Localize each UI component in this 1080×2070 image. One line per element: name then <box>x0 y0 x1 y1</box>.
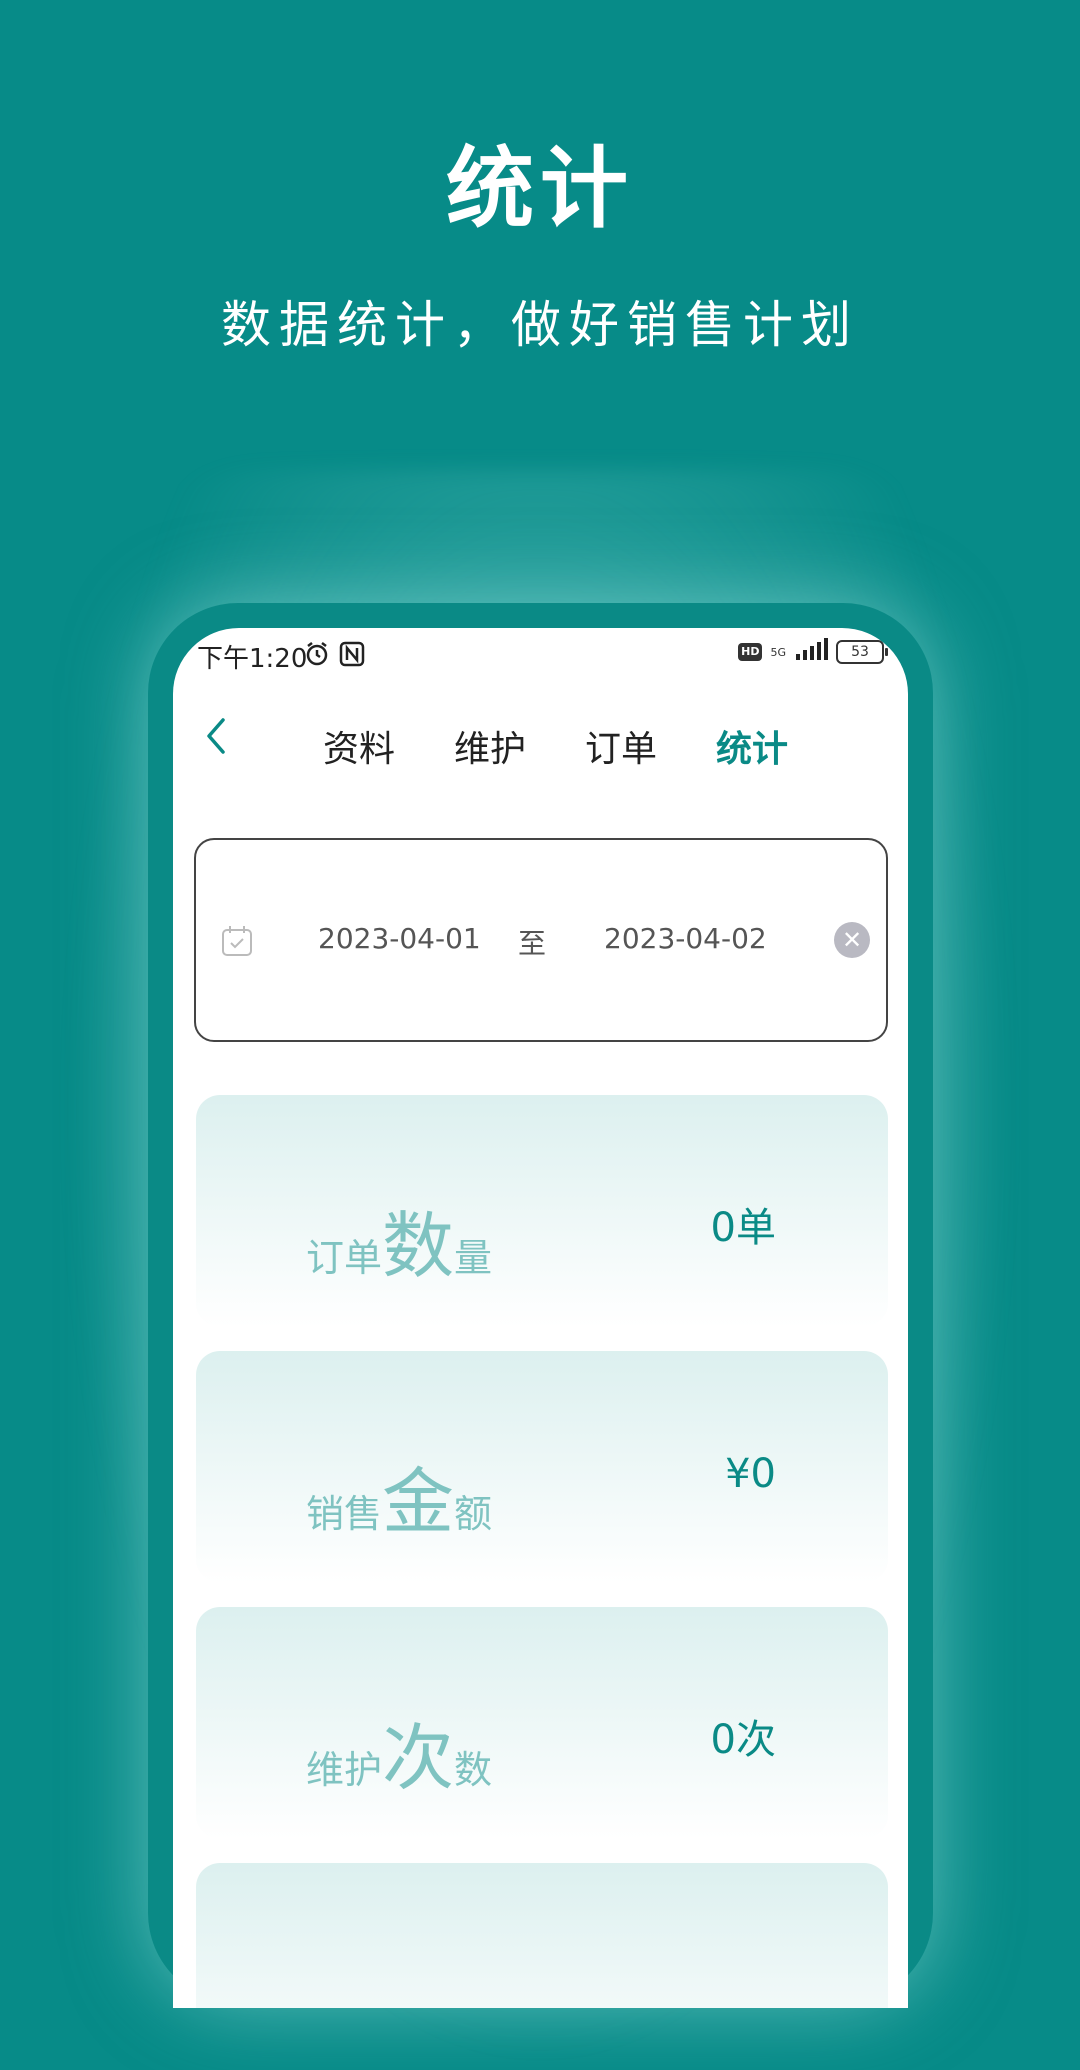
date-range-picker[interactable]: 2023-04-01 至 2023-04-02 ✕ <box>194 838 888 1042</box>
alarm-icon <box>303 640 331 672</box>
chevron-left-icon <box>207 718 225 754</box>
hero-title: 统计 <box>445 137 634 240</box>
calendar-icon <box>220 924 254 958</box>
tab-orders[interactable]: 订单 <box>585 720 657 772</box>
end-date[interactable]: 2023-04-02 <box>604 922 767 955</box>
tab-profile[interactable]: 资料 <box>323 720 395 772</box>
stat-card-maintenance-count: 维护次数 0次 <box>196 1607 888 1839</box>
stat-value: 0单 <box>710 1205 776 1251</box>
tab-maintenance[interactable]: 维护 <box>454 720 526 772</box>
stat-label: 销售金额 <box>306 1460 493 1544</box>
hd-badge: HD <box>738 643 763 661</box>
signal-icon <box>794 638 828 666</box>
back-button[interactable] <box>195 716 235 766</box>
status-icons-right: HD 5G 53 <box>738 638 888 666</box>
start-date[interactable]: 2023-04-01 <box>318 922 481 955</box>
clear-icon[interactable]: ✕ <box>834 922 870 958</box>
battery-icon: 53 <box>836 640 888 664</box>
stat-label: 订单数量 <box>306 1204 493 1288</box>
status-bar: 下午1:20 HD 5G 53 <box>173 628 908 684</box>
nfc-icon <box>339 640 365 672</box>
stat-card-partial <box>196 1863 888 2008</box>
nav-bar: 资料 维护 订单 统计 <box>173 708 908 778</box>
status-time: 下午1:20 <box>197 644 308 674</box>
phone-screen: 下午1:20 HD 5G 53 资料 维护 订单 统计 2023-04-01 至… <box>173 628 908 2008</box>
date-separator: 至 <box>518 927 547 960</box>
network-type: 5G <box>770 645 786 659</box>
hero-subtitle: 数据统计，做好销售计划 <box>221 296 859 354</box>
stat-value: ¥0 <box>725 1451 776 1497</box>
status-icons-left <box>303 640 365 672</box>
stat-value: 0次 <box>710 1717 776 1763</box>
stat-card-order-count: 订单数量 0单 <box>196 1095 888 1327</box>
tab-statistics[interactable]: 统计 <box>716 720 788 772</box>
stat-label: 维护次数 <box>306 1716 493 1800</box>
stat-card-sales-amount: 销售金额 ¥0 <box>196 1351 888 1583</box>
